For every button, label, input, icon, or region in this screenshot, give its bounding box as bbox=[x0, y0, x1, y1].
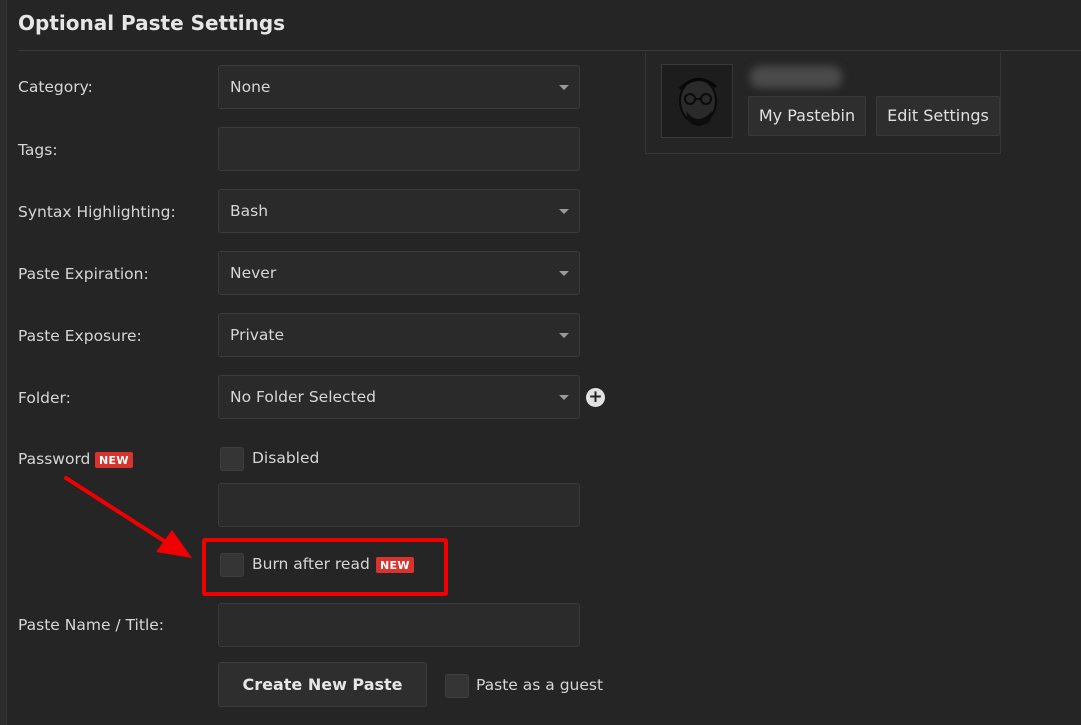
expiration-label: Paste Expiration: bbox=[18, 265, 149, 283]
folder-value: No Folder Selected bbox=[230, 388, 377, 406]
password-input[interactable] bbox=[218, 483, 580, 527]
burn-after-read-checkbox[interactable] bbox=[220, 553, 244, 577]
red-arrow-annotation bbox=[64, 476, 192, 558]
password-new-badge: NEW bbox=[95, 452, 133, 468]
paste-as-guest-checkbox[interactable] bbox=[445, 674, 469, 698]
password-checkbox[interactable] bbox=[220, 447, 244, 471]
password-checkbox-label: Disabled bbox=[252, 449, 320, 467]
header-divider bbox=[18, 50, 1081, 51]
avatar[interactable] bbox=[661, 64, 733, 138]
burn-new-badge: NEW bbox=[376, 557, 414, 573]
create-new-paste-button[interactable]: Create New Paste bbox=[218, 662, 427, 707]
folder-select[interactable]: No Folder Selected bbox=[218, 375, 580, 419]
category-label: Category: bbox=[18, 78, 93, 96]
page-title: Optional Paste Settings bbox=[18, 11, 286, 35]
category-value: None bbox=[230, 78, 271, 96]
folder-label: Folder: bbox=[18, 389, 71, 407]
paste-title-label: Paste Name / Title: bbox=[18, 616, 165, 634]
syntax-value: Bash bbox=[230, 202, 269, 220]
exposure-label: Paste Exposure: bbox=[18, 327, 142, 345]
expiration-select[interactable]: Never bbox=[218, 251, 580, 295]
syntax-label: Syntax Highlighting: bbox=[18, 203, 176, 221]
paste-as-guest-label: Paste as a guest bbox=[476, 676, 604, 694]
left-edge bbox=[0, 0, 7, 725]
syntax-select[interactable]: Bash bbox=[218, 189, 580, 233]
category-select[interactable]: None bbox=[218, 65, 580, 109]
password-label: Password bbox=[18, 450, 91, 468]
expiration-value: Never bbox=[230, 264, 277, 282]
paste-title-input[interactable] bbox=[218, 603, 580, 647]
edit-settings-button[interactable]: Edit Settings bbox=[876, 96, 1000, 136]
my-pastebin-button[interactable]: My Pastebin bbox=[748, 96, 866, 136]
username-blurred bbox=[750, 66, 842, 88]
tags-label: Tags: bbox=[18, 141, 58, 159]
exposure-select[interactable]: Private bbox=[218, 313, 580, 357]
exposure-value: Private bbox=[230, 326, 285, 344]
avatar-sketch-icon bbox=[678, 78, 717, 126]
plus-circle-icon[interactable]: + bbox=[586, 388, 605, 407]
burn-after-read-label: Burn after read bbox=[252, 555, 370, 573]
tags-input[interactable] bbox=[218, 127, 580, 171]
